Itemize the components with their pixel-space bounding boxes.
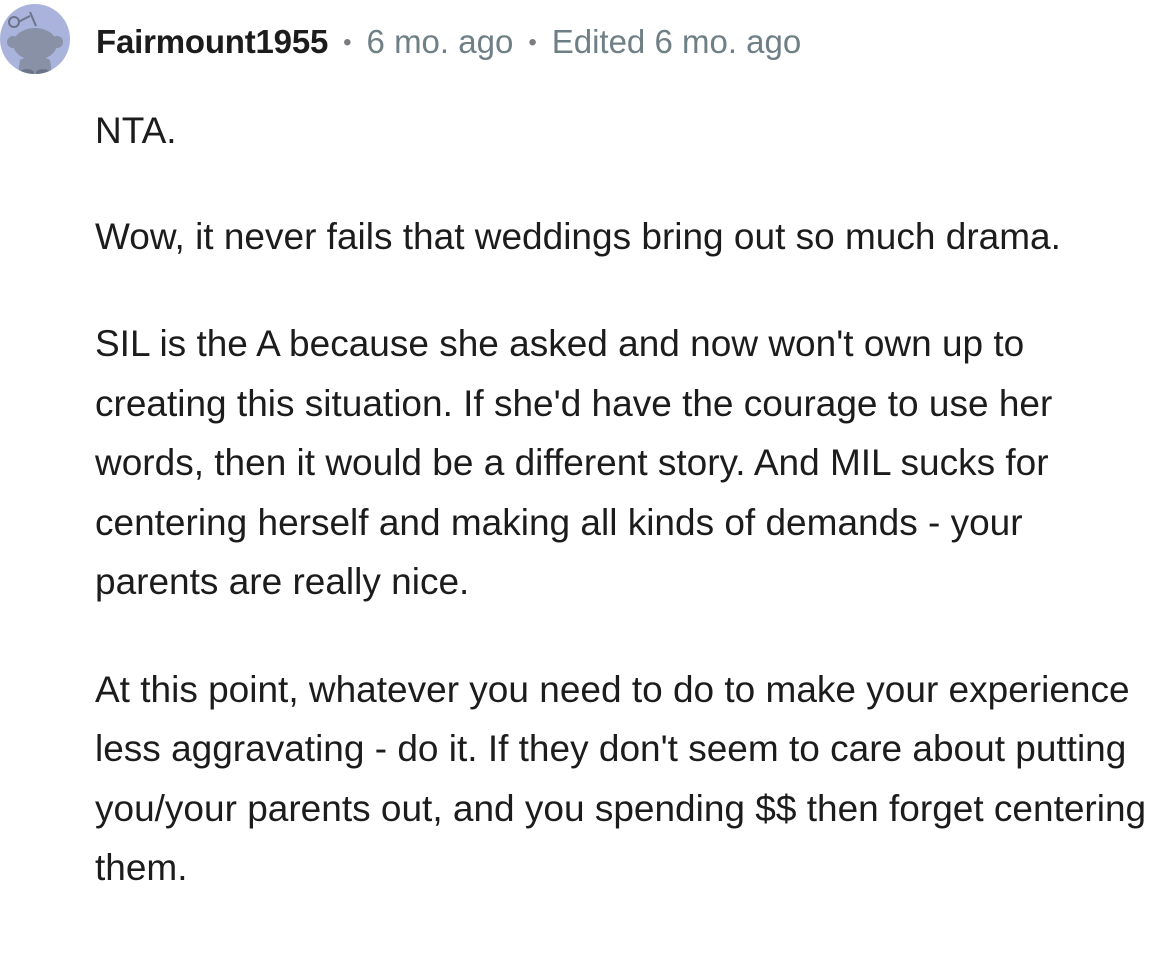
comment-paragraph: At this point, whatever you need to do t… — [95, 668, 1147, 889]
snoo-avatar-icon — [7, 11, 63, 74]
comment-meta: Fairmount1955 • 6 mo. ago • Edited 6 mo.… — [96, 20, 801, 64]
edited-time: Edited 6 mo. ago — [551, 23, 802, 60]
user-avatar[interactable] — [0, 4, 70, 74]
comment-body: NTA. Wow, it never fails that weddings b… — [95, 101, 1155, 946]
comment-paragraph: NTA. — [95, 110, 177, 151]
meta-separator: • — [343, 29, 352, 56]
comment: Fairmount1955 • 6 mo. ago • Edited 6 mo.… — [0, 0, 1166, 965]
post-time: 6 mo. ago — [366, 23, 514, 60]
comment-paragraph: SIL is the A because she asked and now w… — [95, 323, 1053, 602]
author-username[interactable]: Fairmount1955 — [96, 20, 328, 64]
meta-separator: • — [528, 29, 537, 56]
comment-paragraph: Wow, it never fails that weddings bring … — [95, 215, 1061, 257]
